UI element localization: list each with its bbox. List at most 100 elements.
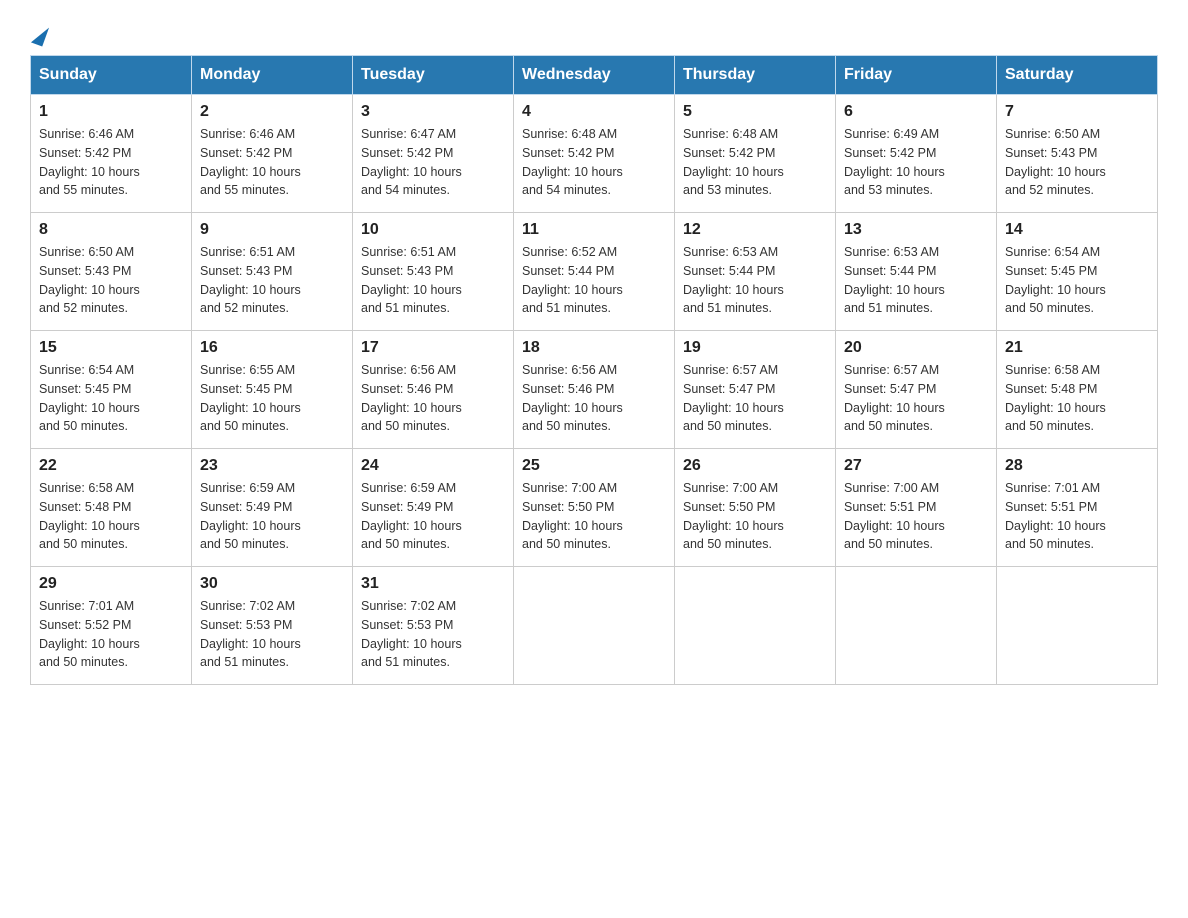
calendar-cell (514, 567, 675, 685)
day-number: 30 (200, 575, 344, 593)
column-header-tuesday: Tuesday (353, 56, 514, 95)
day-info: Sunrise: 6:46 AM Sunset: 5:42 PM Dayligh… (39, 127, 140, 197)
day-info: Sunrise: 6:51 AM Sunset: 5:43 PM Dayligh… (200, 245, 301, 315)
day-number: 13 (844, 221, 988, 239)
day-info: Sunrise: 6:51 AM Sunset: 5:43 PM Dayligh… (361, 245, 462, 315)
calendar-cell: 18 Sunrise: 6:56 AM Sunset: 5:46 PM Dayl… (514, 331, 675, 449)
day-info: Sunrise: 6:54 AM Sunset: 5:45 PM Dayligh… (39, 363, 140, 433)
day-info: Sunrise: 6:52 AM Sunset: 5:44 PM Dayligh… (522, 245, 623, 315)
day-info: Sunrise: 6:53 AM Sunset: 5:44 PM Dayligh… (683, 245, 784, 315)
day-info: Sunrise: 6:53 AM Sunset: 5:44 PM Dayligh… (844, 245, 945, 315)
calendar-cell: 26 Sunrise: 7:00 AM Sunset: 5:50 PM Dayl… (675, 449, 836, 567)
day-number: 26 (683, 457, 827, 475)
calendar-cell: 30 Sunrise: 7:02 AM Sunset: 5:53 PM Dayl… (192, 567, 353, 685)
calendar-cell: 2 Sunrise: 6:46 AM Sunset: 5:42 PM Dayli… (192, 95, 353, 213)
day-info: Sunrise: 7:00 AM Sunset: 5:50 PM Dayligh… (683, 481, 784, 551)
header (30, 20, 1158, 45)
day-number: 16 (200, 339, 344, 357)
calendar-cell: 11 Sunrise: 6:52 AM Sunset: 5:44 PM Dayl… (514, 213, 675, 331)
calendar-header-row: SundayMondayTuesdayWednesdayThursdayFrid… (31, 56, 1158, 95)
day-info: Sunrise: 6:56 AM Sunset: 5:46 PM Dayligh… (361, 363, 462, 433)
day-number: 31 (361, 575, 505, 593)
calendar-cell: 19 Sunrise: 6:57 AM Sunset: 5:47 PM Dayl… (675, 331, 836, 449)
calendar-cell (836, 567, 997, 685)
day-number: 8 (39, 221, 183, 239)
calendar-cell: 22 Sunrise: 6:58 AM Sunset: 5:48 PM Dayl… (31, 449, 192, 567)
calendar-cell: 13 Sunrise: 6:53 AM Sunset: 5:44 PM Dayl… (836, 213, 997, 331)
calendar-cell: 17 Sunrise: 6:56 AM Sunset: 5:46 PM Dayl… (353, 331, 514, 449)
calendar-cell: 3 Sunrise: 6:47 AM Sunset: 5:42 PM Dayli… (353, 95, 514, 213)
logo (30, 20, 46, 45)
day-number: 14 (1005, 221, 1149, 239)
day-info: Sunrise: 6:50 AM Sunset: 5:43 PM Dayligh… (1005, 127, 1106, 197)
day-number: 25 (522, 457, 666, 475)
day-number: 29 (39, 575, 183, 593)
day-number: 9 (200, 221, 344, 239)
calendar-cell: 8 Sunrise: 6:50 AM Sunset: 5:43 PM Dayli… (31, 213, 192, 331)
calendar-cell: 20 Sunrise: 6:57 AM Sunset: 5:47 PM Dayl… (836, 331, 997, 449)
day-number: 2 (200, 103, 344, 121)
day-number: 20 (844, 339, 988, 357)
calendar-cell: 23 Sunrise: 6:59 AM Sunset: 5:49 PM Dayl… (192, 449, 353, 567)
day-number: 12 (683, 221, 827, 239)
column-header-monday: Monday (192, 56, 353, 95)
column-header-wednesday: Wednesday (514, 56, 675, 95)
day-number: 17 (361, 339, 505, 357)
logo-triangle-icon (31, 24, 49, 47)
day-number: 23 (200, 457, 344, 475)
day-info: Sunrise: 6:47 AM Sunset: 5:42 PM Dayligh… (361, 127, 462, 197)
calendar-cell: 16 Sunrise: 6:55 AM Sunset: 5:45 PM Dayl… (192, 331, 353, 449)
calendar-cell: 12 Sunrise: 6:53 AM Sunset: 5:44 PM Dayl… (675, 213, 836, 331)
day-number: 24 (361, 457, 505, 475)
day-info: Sunrise: 7:02 AM Sunset: 5:53 PM Dayligh… (361, 599, 462, 669)
day-info: Sunrise: 6:48 AM Sunset: 5:42 PM Dayligh… (683, 127, 784, 197)
calendar-cell: 9 Sunrise: 6:51 AM Sunset: 5:43 PM Dayli… (192, 213, 353, 331)
calendar-cell: 10 Sunrise: 6:51 AM Sunset: 5:43 PM Dayl… (353, 213, 514, 331)
day-number: 15 (39, 339, 183, 357)
day-info: Sunrise: 7:01 AM Sunset: 5:51 PM Dayligh… (1005, 481, 1106, 551)
calendar-cell: 29 Sunrise: 7:01 AM Sunset: 5:52 PM Dayl… (31, 567, 192, 685)
day-info: Sunrise: 6:48 AM Sunset: 5:42 PM Dayligh… (522, 127, 623, 197)
calendar-cell: 5 Sunrise: 6:48 AM Sunset: 5:42 PM Dayli… (675, 95, 836, 213)
calendar-cell: 27 Sunrise: 7:00 AM Sunset: 5:51 PM Dayl… (836, 449, 997, 567)
calendar-week-row: 8 Sunrise: 6:50 AM Sunset: 5:43 PM Dayli… (31, 213, 1158, 331)
day-number: 11 (522, 221, 666, 239)
day-number: 1 (39, 103, 183, 121)
day-info: Sunrise: 6:57 AM Sunset: 5:47 PM Dayligh… (683, 363, 784, 433)
calendar-cell (675, 567, 836, 685)
day-info: Sunrise: 6:57 AM Sunset: 5:47 PM Dayligh… (844, 363, 945, 433)
day-number: 6 (844, 103, 988, 121)
day-number: 18 (522, 339, 666, 357)
day-info: Sunrise: 6:50 AM Sunset: 5:43 PM Dayligh… (39, 245, 140, 315)
day-number: 10 (361, 221, 505, 239)
column-header-friday: Friday (836, 56, 997, 95)
calendar-week-row: 22 Sunrise: 6:58 AM Sunset: 5:48 PM Dayl… (31, 449, 1158, 567)
calendar-cell: 31 Sunrise: 7:02 AM Sunset: 5:53 PM Dayl… (353, 567, 514, 685)
day-number: 4 (522, 103, 666, 121)
calendar-cell: 1 Sunrise: 6:46 AM Sunset: 5:42 PM Dayli… (31, 95, 192, 213)
calendar-cell: 14 Sunrise: 6:54 AM Sunset: 5:45 PM Dayl… (997, 213, 1158, 331)
day-info: Sunrise: 6:56 AM Sunset: 5:46 PM Dayligh… (522, 363, 623, 433)
column-header-thursday: Thursday (675, 56, 836, 95)
day-number: 21 (1005, 339, 1149, 357)
day-info: Sunrise: 6:58 AM Sunset: 5:48 PM Dayligh… (1005, 363, 1106, 433)
calendar-cell: 24 Sunrise: 6:59 AM Sunset: 5:49 PM Dayl… (353, 449, 514, 567)
calendar-cell: 7 Sunrise: 6:50 AM Sunset: 5:43 PM Dayli… (997, 95, 1158, 213)
day-info: Sunrise: 6:59 AM Sunset: 5:49 PM Dayligh… (361, 481, 462, 551)
calendar-cell: 6 Sunrise: 6:49 AM Sunset: 5:42 PM Dayli… (836, 95, 997, 213)
calendar-cell: 4 Sunrise: 6:48 AM Sunset: 5:42 PM Dayli… (514, 95, 675, 213)
day-info: Sunrise: 6:46 AM Sunset: 5:42 PM Dayligh… (200, 127, 301, 197)
day-info: Sunrise: 6:55 AM Sunset: 5:45 PM Dayligh… (200, 363, 301, 433)
calendar-table: SundayMondayTuesdayWednesdayThursdayFrid… (30, 55, 1158, 685)
day-info: Sunrise: 7:01 AM Sunset: 5:52 PM Dayligh… (39, 599, 140, 669)
day-info: Sunrise: 6:54 AM Sunset: 5:45 PM Dayligh… (1005, 245, 1106, 315)
calendar-cell (997, 567, 1158, 685)
calendar-cell: 28 Sunrise: 7:01 AM Sunset: 5:51 PM Dayl… (997, 449, 1158, 567)
day-number: 7 (1005, 103, 1149, 121)
calendar-week-row: 15 Sunrise: 6:54 AM Sunset: 5:45 PM Dayl… (31, 331, 1158, 449)
day-info: Sunrise: 7:00 AM Sunset: 5:51 PM Dayligh… (844, 481, 945, 551)
day-info: Sunrise: 7:02 AM Sunset: 5:53 PM Dayligh… (200, 599, 301, 669)
logo-blue-text (30, 25, 46, 45)
day-number: 28 (1005, 457, 1149, 475)
column-header-saturday: Saturday (997, 56, 1158, 95)
